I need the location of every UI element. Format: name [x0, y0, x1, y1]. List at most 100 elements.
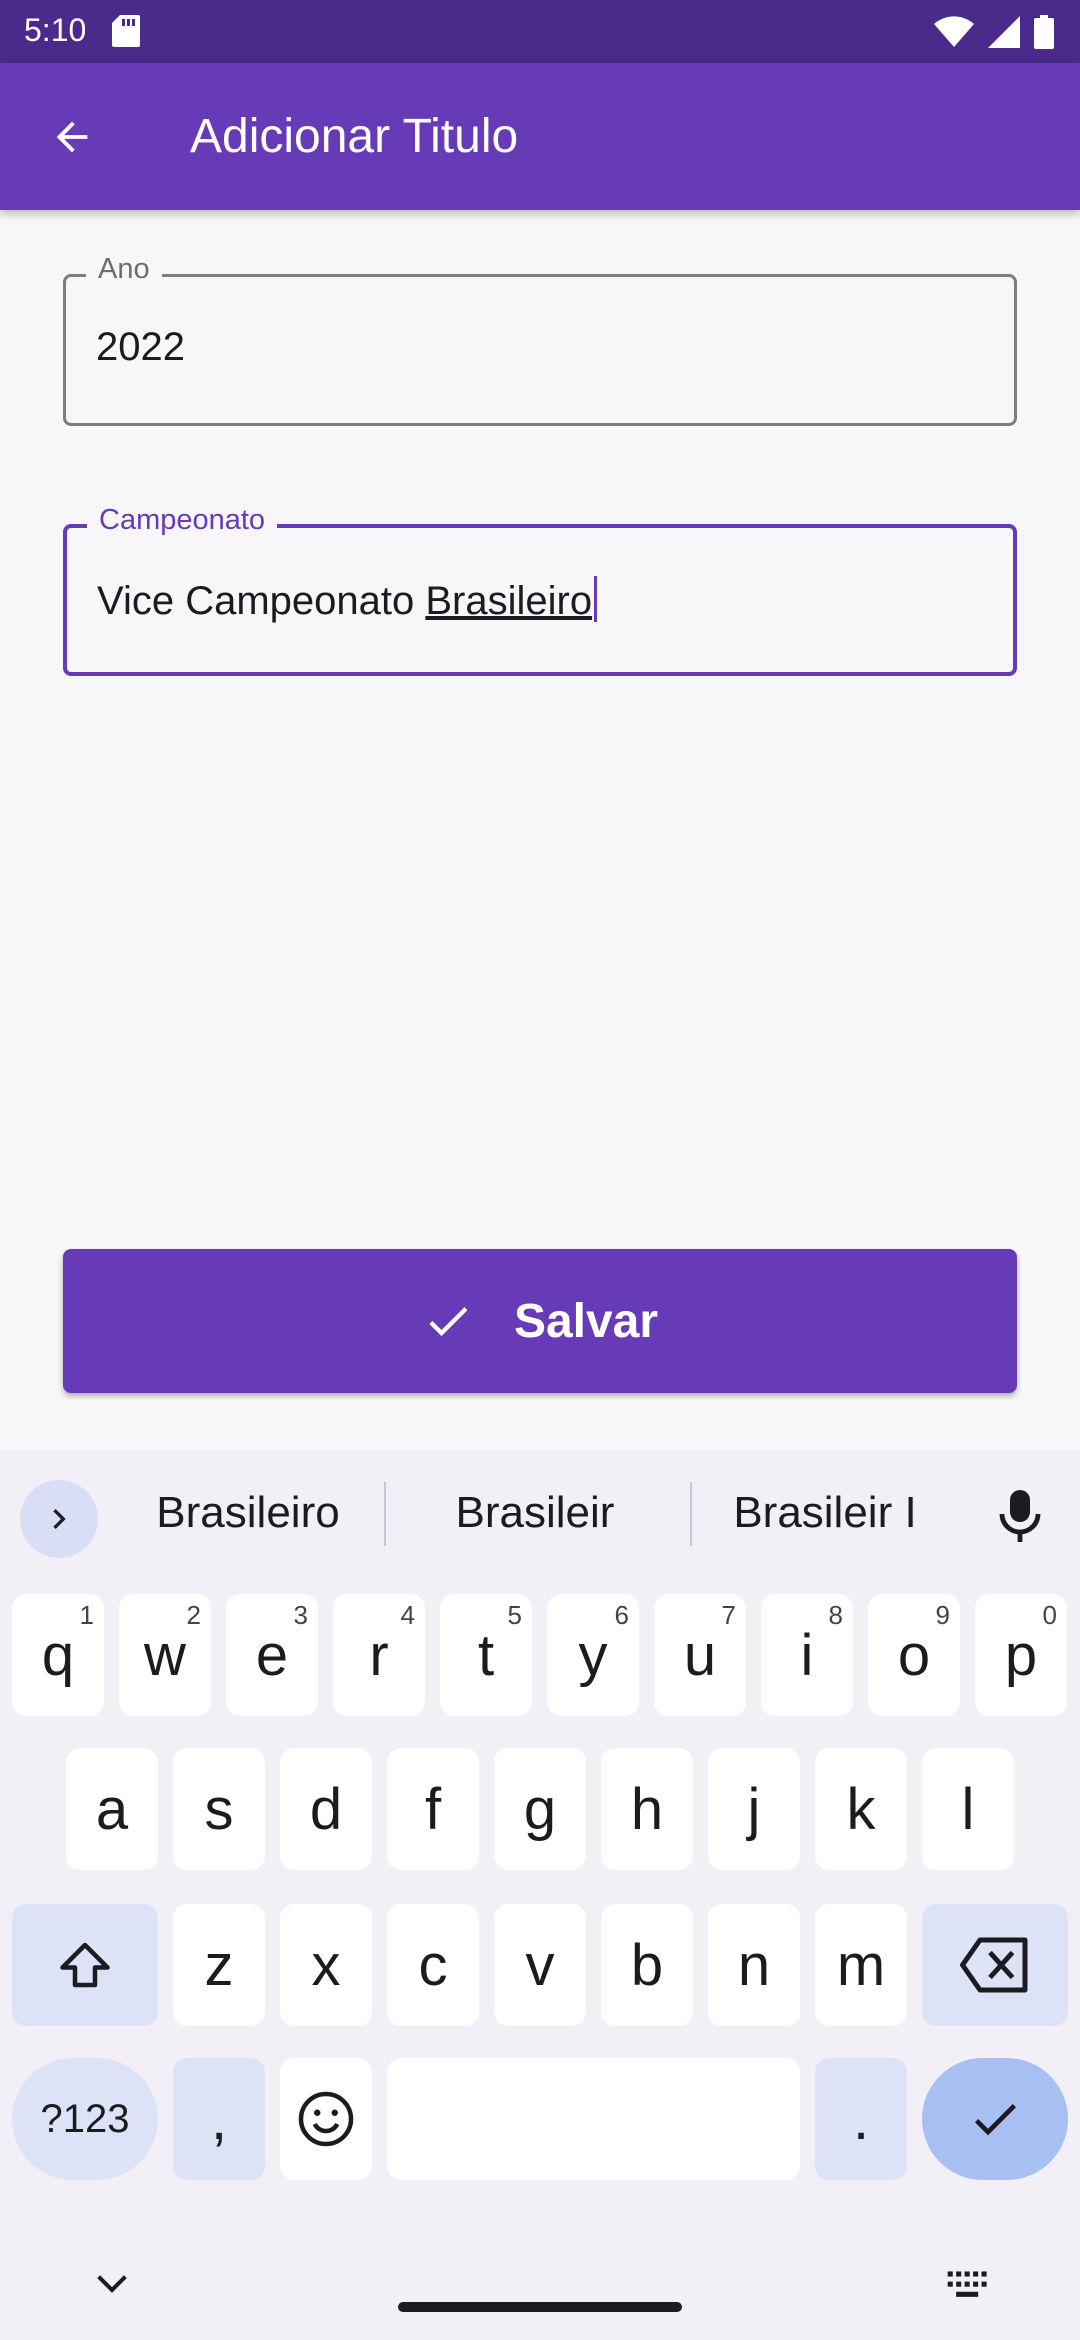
suggestion-3[interactable]: Brasileir I [720, 1488, 930, 1538]
key-label: ?123 [40, 2096, 130, 2141]
save-button[interactable]: Salvar [63, 1249, 1017, 1393]
key-p[interactable]: p0 [975, 1594, 1067, 1716]
key-label: . [852, 2086, 870, 2152]
key-label: e [255, 1622, 289, 1688]
back-button[interactable] [40, 105, 104, 169]
key-h[interactable]: h [601, 1748, 693, 1870]
wifi-icon [934, 16, 974, 47]
key-r[interactable]: r4 [333, 1594, 425, 1716]
key-q[interactable]: q1 [12, 1594, 104, 1716]
key-label: q [41, 1622, 75, 1688]
suggestion-divider [384, 1482, 386, 1546]
key-x[interactable]: x [280, 1904, 372, 2026]
key-label: g [523, 1776, 557, 1842]
key-label: v [525, 1932, 555, 1998]
key-i[interactable]: i8 [761, 1594, 853, 1716]
key-label: c [418, 1932, 448, 1998]
key-a[interactable]: a [66, 1748, 158, 1870]
key-n[interactable]: n [708, 1904, 800, 2026]
navigation-bar [0, 2230, 1080, 2340]
save-button-label: Salvar [513, 1294, 659, 1348]
key-label: d [309, 1776, 343, 1842]
backspace-icon [960, 1937, 1028, 1993]
key-label: r [369, 1622, 389, 1688]
key-e[interactable]: e3 [226, 1594, 318, 1716]
key-hint: 8 [828, 1600, 843, 1630]
text-cursor [594, 576, 598, 622]
voice-input-button[interactable] [990, 1484, 1050, 1548]
key-o[interactable]: o9 [868, 1594, 960, 1716]
key-label: n [737, 1932, 771, 1998]
app-bar: Adicionar Titulo [0, 63, 1080, 210]
campeonato-field[interactable]: Campeonato Vice Campeonato Brasileiro [63, 504, 1017, 676]
key-v[interactable]: v [494, 1904, 586, 2026]
check-icon [974, 2104, 1016, 2136]
shift-key[interactable] [12, 1904, 158, 2026]
key-label: f [424, 1776, 442, 1842]
key-j[interactable]: j [708, 1748, 800, 1870]
key-hint: 7 [721, 1600, 736, 1630]
key-w[interactable]: w2 [119, 1594, 211, 1716]
key-label: , [210, 2086, 228, 2152]
key-hint: 1 [79, 1600, 94, 1630]
key-label: z [204, 1932, 234, 1998]
emoji-key[interactable] [280, 2058, 372, 2180]
key-u[interactable]: u7 [654, 1594, 746, 1716]
key-d[interactable]: d [280, 1748, 372, 1870]
campeonato-value: Vice Campeonato Brasileiro [97, 576, 598, 624]
key-hint: 6 [614, 1600, 629, 1630]
symbols-key[interactable]: ?123 [12, 2058, 158, 2180]
key-label: k [846, 1776, 876, 1842]
key-label: y [578, 1622, 608, 1688]
ano-label: Ano [86, 253, 162, 286]
backspace-key[interactable] [922, 1904, 1068, 2026]
key-label: x [311, 1932, 341, 1998]
battery-icon [1034, 15, 1054, 49]
key-label: a [95, 1776, 129, 1842]
page-title: Adicionar Titulo [190, 110, 519, 163]
key-hint: 3 [293, 1600, 308, 1630]
expand-suggestions-button[interactable] [20, 1480, 98, 1558]
done-key[interactable] [922, 2058, 1068, 2180]
key-label: s [204, 1776, 234, 1842]
period-key[interactable]: . [815, 2058, 907, 2180]
key-hint: 0 [1042, 1600, 1057, 1630]
shift-icon [60, 1942, 110, 1988]
key-label: h [630, 1776, 664, 1842]
key-label: t [477, 1622, 495, 1688]
key-label: m [836, 1932, 886, 1998]
suggestion-2[interactable]: Brasileir [440, 1488, 630, 1538]
campeonato-label: Campeonato [87, 504, 278, 537]
key-b[interactable]: b [601, 1904, 693, 2026]
hide-keyboard-icon[interactable] [92, 2270, 132, 2300]
key-label: j [747, 1776, 761, 1842]
space-key[interactable] [387, 2058, 800, 2180]
key-hint: 2 [186, 1600, 201, 1630]
key-z[interactable]: z [173, 1904, 265, 2026]
key-k[interactable]: k [815, 1748, 907, 1870]
microphone-icon [999, 1490, 1041, 1542]
key-label: b [630, 1932, 664, 1998]
home-gesture-pill[interactable] [398, 2302, 682, 2312]
keyboard-switch-icon[interactable] [946, 2268, 990, 2302]
key-c[interactable]: c [387, 1904, 479, 2026]
suggestion-strip: Brasileiro Brasileir Brasileir I [0, 1450, 1080, 1580]
key-l[interactable]: l [922, 1748, 1014, 1870]
suggestion-divider [690, 1482, 692, 1546]
ano-field[interactable]: Ano 2022 [63, 253, 1017, 426]
key-s[interactable]: s [173, 1748, 265, 1870]
status-time: 5:10 [24, 12, 87, 48]
key-hint: 5 [507, 1600, 522, 1630]
suggestion-1[interactable]: Brasileiro [148, 1488, 348, 1538]
key-t[interactable]: t5 [440, 1594, 532, 1716]
ano-value: 2022 [96, 325, 185, 369]
check-icon [429, 1307, 468, 1337]
chevron-right-icon [53, 1509, 66, 1529]
emoji-icon [298, 2091, 354, 2147]
key-label: o [897, 1622, 931, 1688]
key-y[interactable]: y6 [547, 1594, 639, 1716]
key-m[interactable]: m [815, 1904, 907, 2026]
key-g[interactable]: g [494, 1748, 586, 1870]
comma-key[interactable]: , [173, 2058, 265, 2180]
key-f[interactable]: f [387, 1748, 479, 1870]
